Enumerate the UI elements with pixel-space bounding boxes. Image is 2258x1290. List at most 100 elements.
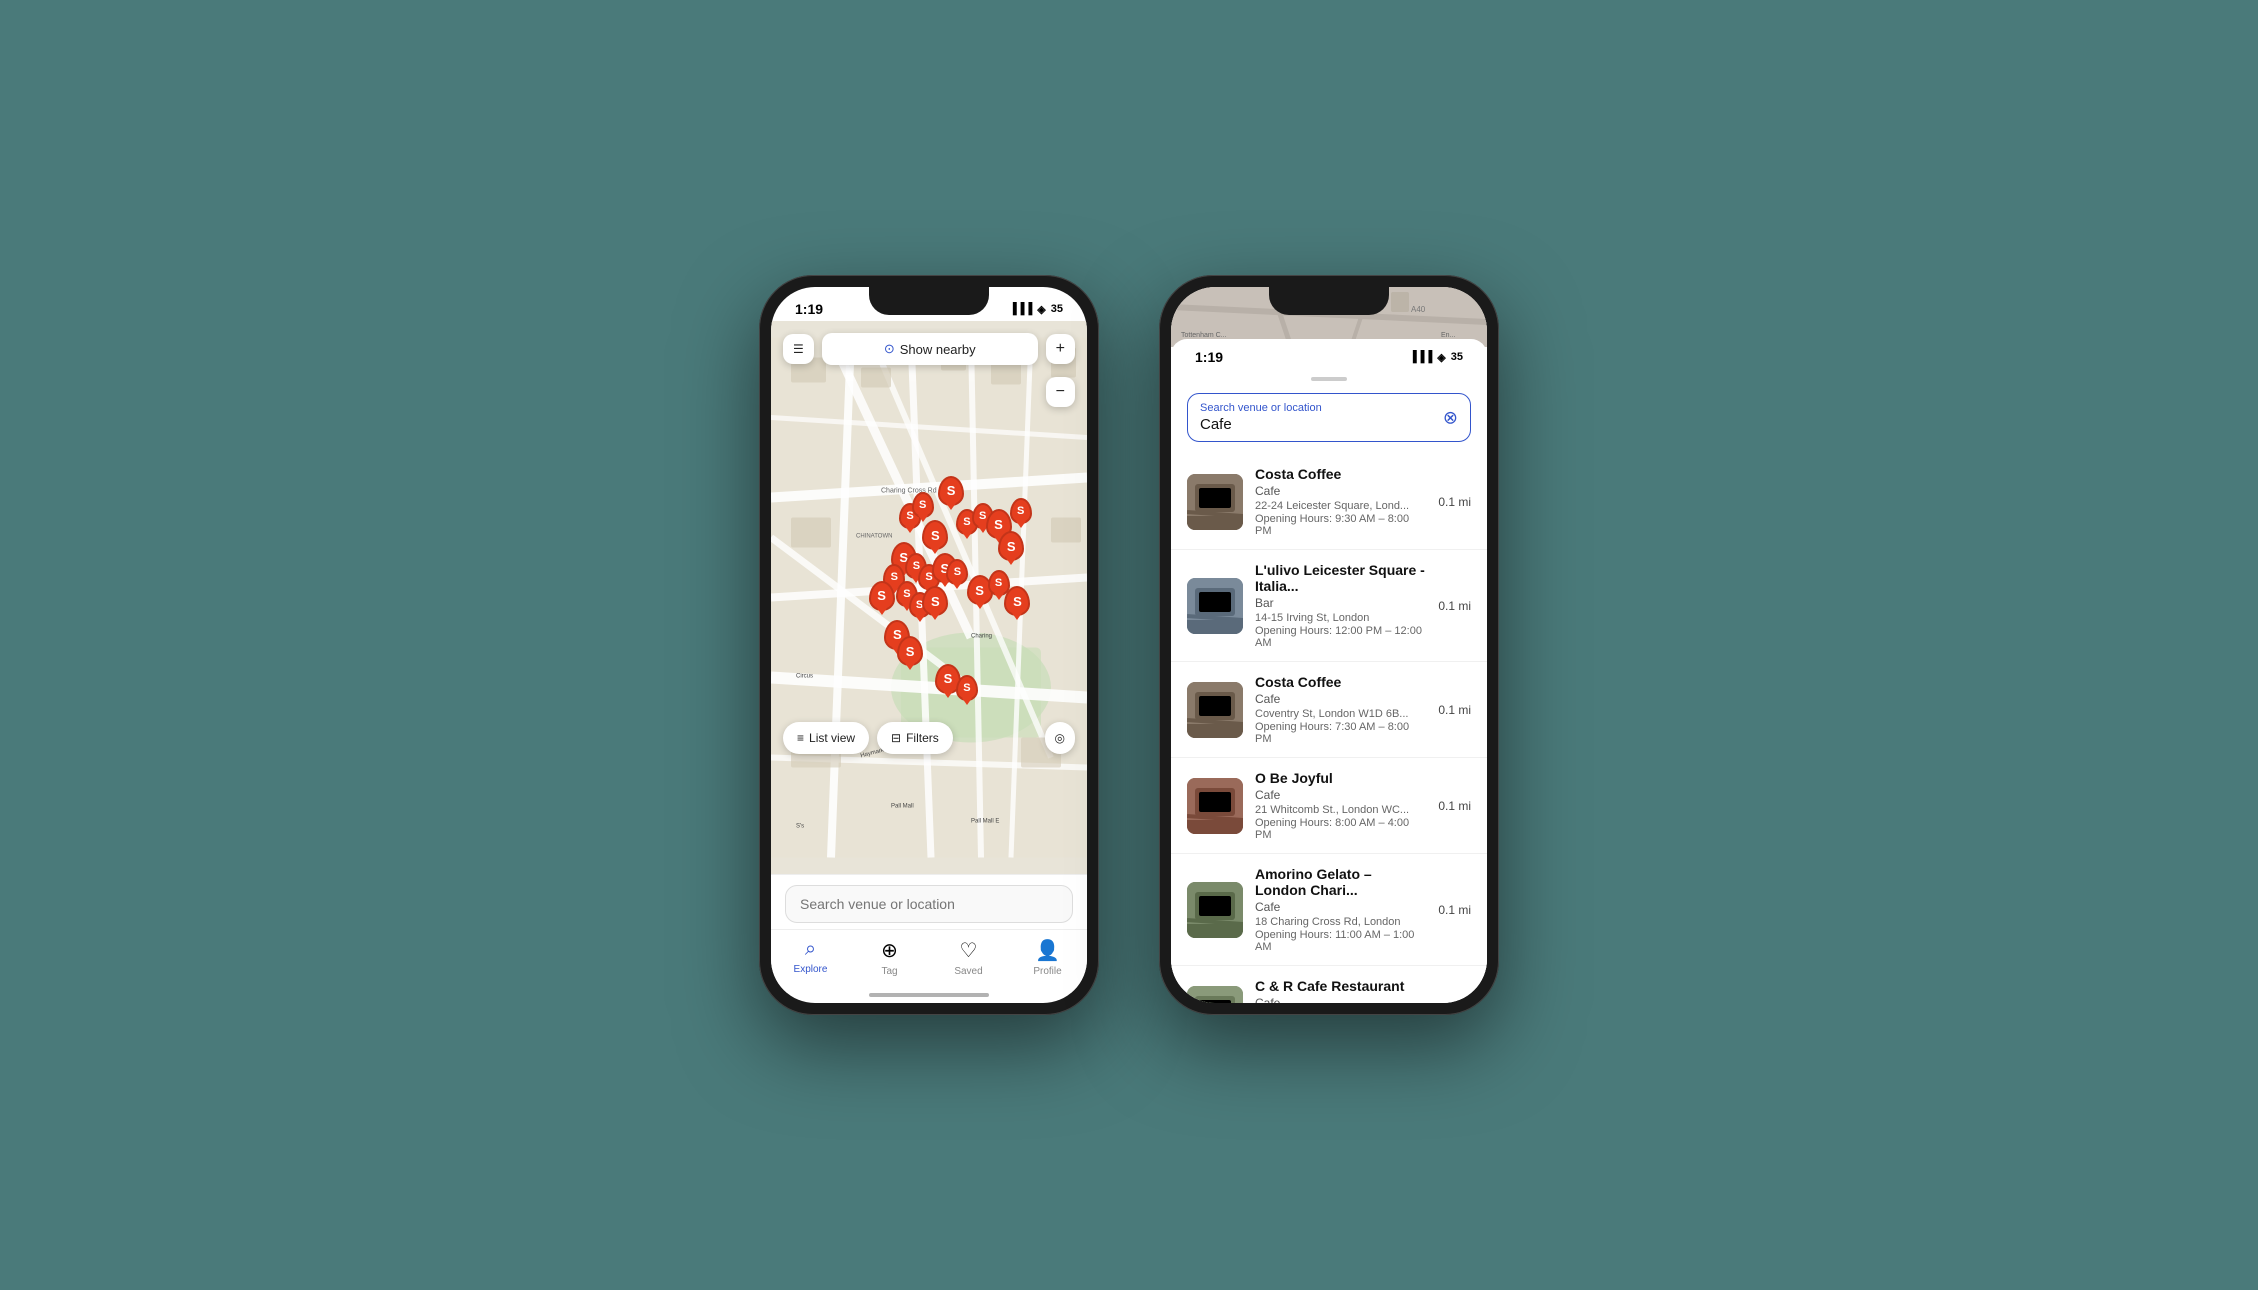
- result-item[interactable]: O Be Joyful Cafe 21 Whitcomb St., London…: [1171, 758, 1487, 854]
- signal-icon: ▐▐▐: [1009, 303, 1032, 315]
- map-pin[interactable]: S: [922, 520, 948, 550]
- search-bar-container: [771, 874, 1087, 929]
- tab-saved[interactable]: ♡ Saved: [929, 938, 1008, 977]
- tab-profile[interactable]: 👤 Profile: [1008, 938, 1087, 977]
- venue-distance: 0.1 mi: [1438, 703, 1471, 717]
- hamburger-icon: ☰: [793, 342, 804, 356]
- venue-info: O Be Joyful Cafe 21 Whitcomb St., London…: [1255, 770, 1426, 841]
- status-time-1: 1:19: [795, 301, 823, 317]
- venue-thumbnail: [1187, 882, 1243, 938]
- svg-text:A40: A40: [1411, 305, 1426, 314]
- battery-icon: 35: [1051, 303, 1063, 315]
- svg-text:Pall Mall E: Pall Mall E: [971, 819, 999, 825]
- map-pin[interactable]: S: [1004, 586, 1030, 616]
- tag-icon: ⊕: [881, 938, 898, 963]
- venue-info: Costa Coffee Cafe Coventry St, London W1…: [1255, 674, 1426, 745]
- venue-type: Bar: [1255, 596, 1426, 610]
- tab-explore[interactable]: ⌕ Explore: [771, 938, 850, 977]
- venue-address: 18 Charing Cross Rd, London: [1255, 916, 1426, 928]
- list-icon: ≡: [797, 731, 804, 745]
- saved-icon: ♡: [960, 938, 978, 963]
- venue-name: Costa Coffee: [1255, 466, 1426, 482]
- venue-hours: Opening Hours: 12:00 PM – 12:00 AM: [1255, 625, 1426, 649]
- venue-info: L'ulivo Leicester Square - Italia... Bar…: [1255, 562, 1426, 649]
- tab-saved-label: Saved: [954, 966, 982, 977]
- venue-distance: 0.1 mi: [1438, 903, 1471, 917]
- phone-search: A40 Tottenham C... En... 1:19 ▐▐▐ ◈ 35: [1159, 275, 1499, 1015]
- venue-thumb-img: [1187, 778, 1243, 834]
- map-bottom-controls: ≡ List view ⊟ Filters ◎: [783, 722, 1075, 754]
- tab-tag[interactable]: ⊕ Tag: [850, 938, 929, 977]
- crosshair-icon: ◎: [1055, 731, 1065, 745]
- profile-icon: 👤: [1035, 938, 1060, 963]
- search-field-container: Search venue or location Cafe ⊗: [1171, 393, 1487, 454]
- current-location-button[interactable]: ◎: [1045, 722, 1075, 754]
- tab-bar: ⌕ Explore ⊕ Tag ♡ Saved 👤 Profile: [771, 929, 1087, 993]
- zoom-in-button[interactable]: +: [1046, 334, 1075, 364]
- search-label: Search venue or location: [1200, 402, 1458, 414]
- venue-address: 22-24 Leicester Square, Lond...: [1255, 500, 1426, 512]
- search-input-map[interactable]: [785, 885, 1073, 923]
- map-pin[interactable]: S: [1010, 498, 1032, 524]
- status-icons-1: ▐▐▐ ◈ 35: [1009, 303, 1063, 316]
- svg-text:S's: S's: [796, 824, 804, 830]
- search-field[interactable]: Search venue or location Cafe ⊗: [1187, 393, 1471, 442]
- drag-handle: [1311, 377, 1347, 381]
- venue-thumb-img: [1187, 986, 1243, 1004]
- signal-icon-2: ▐▐▐: [1409, 351, 1432, 363]
- venue-thumbnail: [1187, 474, 1243, 530]
- svg-text:Tottenham C...: Tottenham C...: [1181, 332, 1227, 339]
- venue-thumb-img: [1187, 882, 1243, 938]
- results-list[interactable]: Costa Coffee Cafe 22-24 Leicester Square…: [1171, 454, 1487, 1003]
- map-pin[interactable]: S: [956, 675, 978, 701]
- result-item[interactable]: Amorino Gelato – London Chari... Cafe 18…: [1171, 854, 1487, 966]
- venue-name: L'ulivo Leicester Square - Italia...: [1255, 562, 1426, 594]
- result-item[interactable]: L'ulivo Leicester Square - Italia... Bar…: [1171, 550, 1487, 662]
- home-indicator: [869, 993, 989, 997]
- zoom-out-button[interactable]: −: [1046, 377, 1075, 407]
- show-nearby-button[interactable]: ⊙ Show nearby: [822, 333, 1038, 365]
- tab-explore-label: Explore: [794, 964, 828, 975]
- venue-thumb-img: [1187, 682, 1243, 738]
- result-item[interactable]: Costa Coffee Cafe Coventry St, London W1…: [1171, 662, 1487, 758]
- search-value: Cafe: [1200, 416, 1458, 433]
- venue-thumbnail: [1187, 778, 1243, 834]
- map-area[interactable]: Charing Cross Rd CHINATOWN Circus Charin…: [771, 321, 1087, 874]
- venue-address: 21 Whitcomb St., London WC...: [1255, 804, 1426, 816]
- venue-name: Amorino Gelato – London Chari...: [1255, 866, 1426, 898]
- result-item[interactable]: C & R Cafe Restaurant Cafe 4-5 Rupert Ct…: [1171, 966, 1487, 1003]
- wifi-icon-2: ◈: [1437, 351, 1445, 364]
- map-pin[interactable]: S: [897, 636, 923, 666]
- venue-thumb-img: [1187, 474, 1243, 530]
- map-pin[interactable]: S: [922, 586, 948, 616]
- venue-name: O Be Joyful: [1255, 770, 1426, 786]
- map-pin[interactable]: S: [938, 476, 964, 506]
- venue-hours: Opening Hours: 7:30 AM – 8:00 PM: [1255, 721, 1426, 745]
- venue-type: Cafe: [1255, 484, 1426, 498]
- svg-text:En...: En...: [1441, 332, 1455, 339]
- venue-type: Cafe: [1255, 692, 1426, 706]
- venue-info: Costa Coffee Cafe 22-24 Leicester Square…: [1255, 466, 1426, 537]
- search-clear-button[interactable]: ⊗: [1443, 407, 1458, 428]
- hamburger-button[interactable]: ☰: [783, 334, 814, 364]
- map-controls: ☰ ⊙ Show nearby +: [783, 333, 1075, 365]
- map-pin[interactable]: S: [869, 581, 895, 611]
- explore-icon: ⌕: [805, 938, 816, 961]
- svg-text:Charing: Charing: [971, 634, 992, 640]
- venue-type: Cafe: [1255, 900, 1426, 914]
- map-pin[interactable]: S: [946, 559, 968, 585]
- venue-name: Costa Coffee: [1255, 674, 1426, 690]
- venue-thumbnail: [1187, 578, 1243, 634]
- phone-map: 1:19 ▐▐▐ ◈ 35: [759, 275, 1099, 1015]
- map-pin[interactable]: S: [912, 492, 934, 518]
- list-view-button[interactable]: ≡ List view: [783, 722, 869, 754]
- svg-text:Circus: Circus: [796, 674, 813, 680]
- filters-button[interactable]: ⊟ Filters: [877, 722, 953, 754]
- venue-thumbnail: [1187, 986, 1243, 1004]
- map-pin[interactable]: S: [998, 531, 1024, 561]
- venue-info: Amorino Gelato – London Chari... Cafe 18…: [1255, 866, 1426, 953]
- venue-type: Cafe: [1255, 788, 1426, 802]
- venue-hours: Opening Hours: 8:00 AM – 4:00 PM: [1255, 817, 1426, 841]
- venue-address: Coventry St, London W1D 6B...: [1255, 708, 1426, 720]
- result-item[interactable]: Costa Coffee Cafe 22-24 Leicester Square…: [1171, 454, 1487, 550]
